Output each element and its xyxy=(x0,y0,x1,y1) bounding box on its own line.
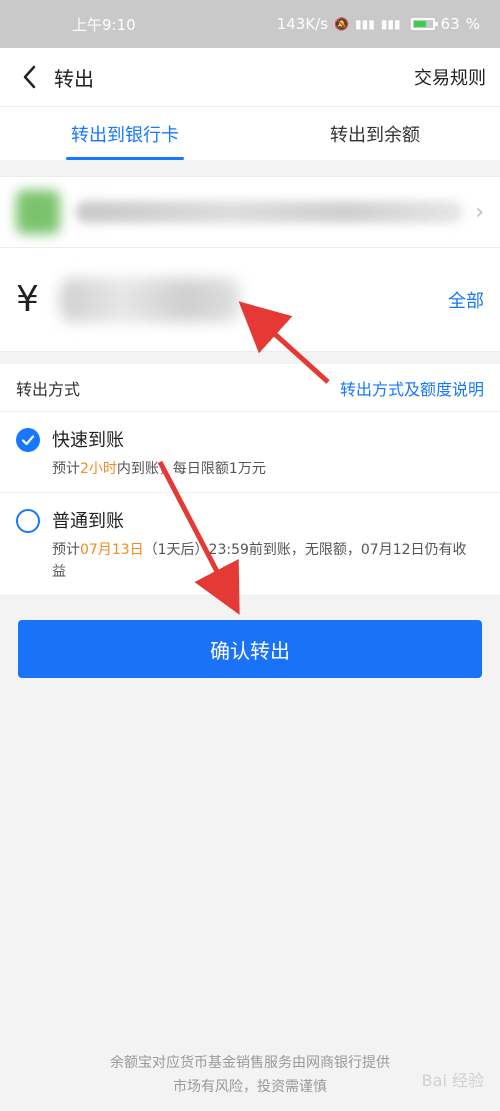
option-fast-desc-highlight: 2小时 xyxy=(80,461,117,477)
option-normal-desc-prefix: 预计 xyxy=(52,542,80,558)
battery-level: 63 xyxy=(440,15,460,33)
bank-logo xyxy=(16,190,60,234)
option-fast-desc-prefix: 预计 xyxy=(52,461,80,477)
transfer-tabs: 转出到银行卡 转出到余额 xyxy=(0,106,500,160)
option-normal-desc-highlight: 07月13日 xyxy=(80,542,144,558)
status-time: 上午9:10 xyxy=(72,15,136,34)
status-bar: 上午9:10 143K/s 🔕 ▮▮▮ ▮▮▮ 63% xyxy=(0,0,500,48)
transfer-method-header: 转出方式 转出方式及额度说明 xyxy=(0,364,500,412)
transfer-method-title: 转出方式 xyxy=(16,379,81,399)
tab-balance[interactable]: 转出到余额 xyxy=(250,107,500,160)
transfer-method-link[interactable]: 转出方式及额度说明 xyxy=(340,376,484,400)
top-navigation: 转出 交易规则 xyxy=(0,48,500,106)
page-title: 转出 xyxy=(54,66,94,91)
check-icon[interactable] xyxy=(16,428,40,452)
currency-symbol: ¥ xyxy=(16,279,39,320)
section-gap-2 xyxy=(0,352,500,364)
bank-card-info-redacted xyxy=(76,201,464,223)
mute-icon: 🔕 xyxy=(334,17,350,31)
trade-rules-link[interactable]: 交易规则 xyxy=(414,64,486,90)
amount-input-redacted[interactable] xyxy=(60,277,240,322)
option-normal-title: 普通到账 xyxy=(52,511,124,532)
option-fast-desc-suffix: 内到账，每日限额1万元 xyxy=(116,461,266,477)
baidu-jingyan-watermark: Bai 经验 xyxy=(421,1071,484,1090)
bank-card-selector[interactable]: › xyxy=(0,176,500,248)
option-fast[interactable]: 快速到账 预计2小时内到账，每日限额1万元 xyxy=(0,412,500,493)
tab-bank-card[interactable]: 转出到银行卡 xyxy=(0,107,250,160)
confirm-transfer-button[interactable]: 确认转出 xyxy=(18,620,482,678)
option-fast-desc: 预计2小时内到账，每日限额1万元 xyxy=(52,458,266,480)
signal-icon-2: ▮▮▮ xyxy=(380,17,401,31)
all-amount-link[interactable]: 全部 xyxy=(448,287,484,313)
confirm-wrap: 确认转出 xyxy=(0,596,500,678)
battery-icon xyxy=(410,18,438,30)
status-right: 143K/s 🔕 ▮▮▮ ▮▮▮ 63% xyxy=(277,15,480,33)
transfer-page: 上午9:10 143K/s 🔕 ▮▮▮ ▮▮▮ 63% 转出 交易规则 转出到银… xyxy=(0,0,500,1111)
battery-percent-sign: % xyxy=(465,15,480,33)
signal-icon: ▮▮▮ xyxy=(355,17,375,31)
option-normal-desc: 预计07月13日（1天后）23:59前到账，无限额，07月12日仍有收益 xyxy=(52,539,472,583)
network-speed: 143K/s xyxy=(276,15,329,33)
option-normal-body: 普通到账 预计07月13日（1天后）23:59前到账，无限额，07月12日仍有收… xyxy=(52,507,472,583)
chevron-right-icon: › xyxy=(475,199,484,225)
back-icon[interactable] xyxy=(16,63,44,91)
option-fast-title: 快速到账 xyxy=(52,430,124,451)
radio-icon[interactable] xyxy=(16,509,40,533)
amount-row: ¥ 全部 xyxy=(0,248,500,352)
option-normal[interactable]: 普通到账 预计07月13日（1天后）23:59前到账，无限额，07月12日仍有收… xyxy=(0,493,500,596)
option-fast-body: 快速到账 预计2小时内到账，每日限额1万元 xyxy=(52,426,266,480)
